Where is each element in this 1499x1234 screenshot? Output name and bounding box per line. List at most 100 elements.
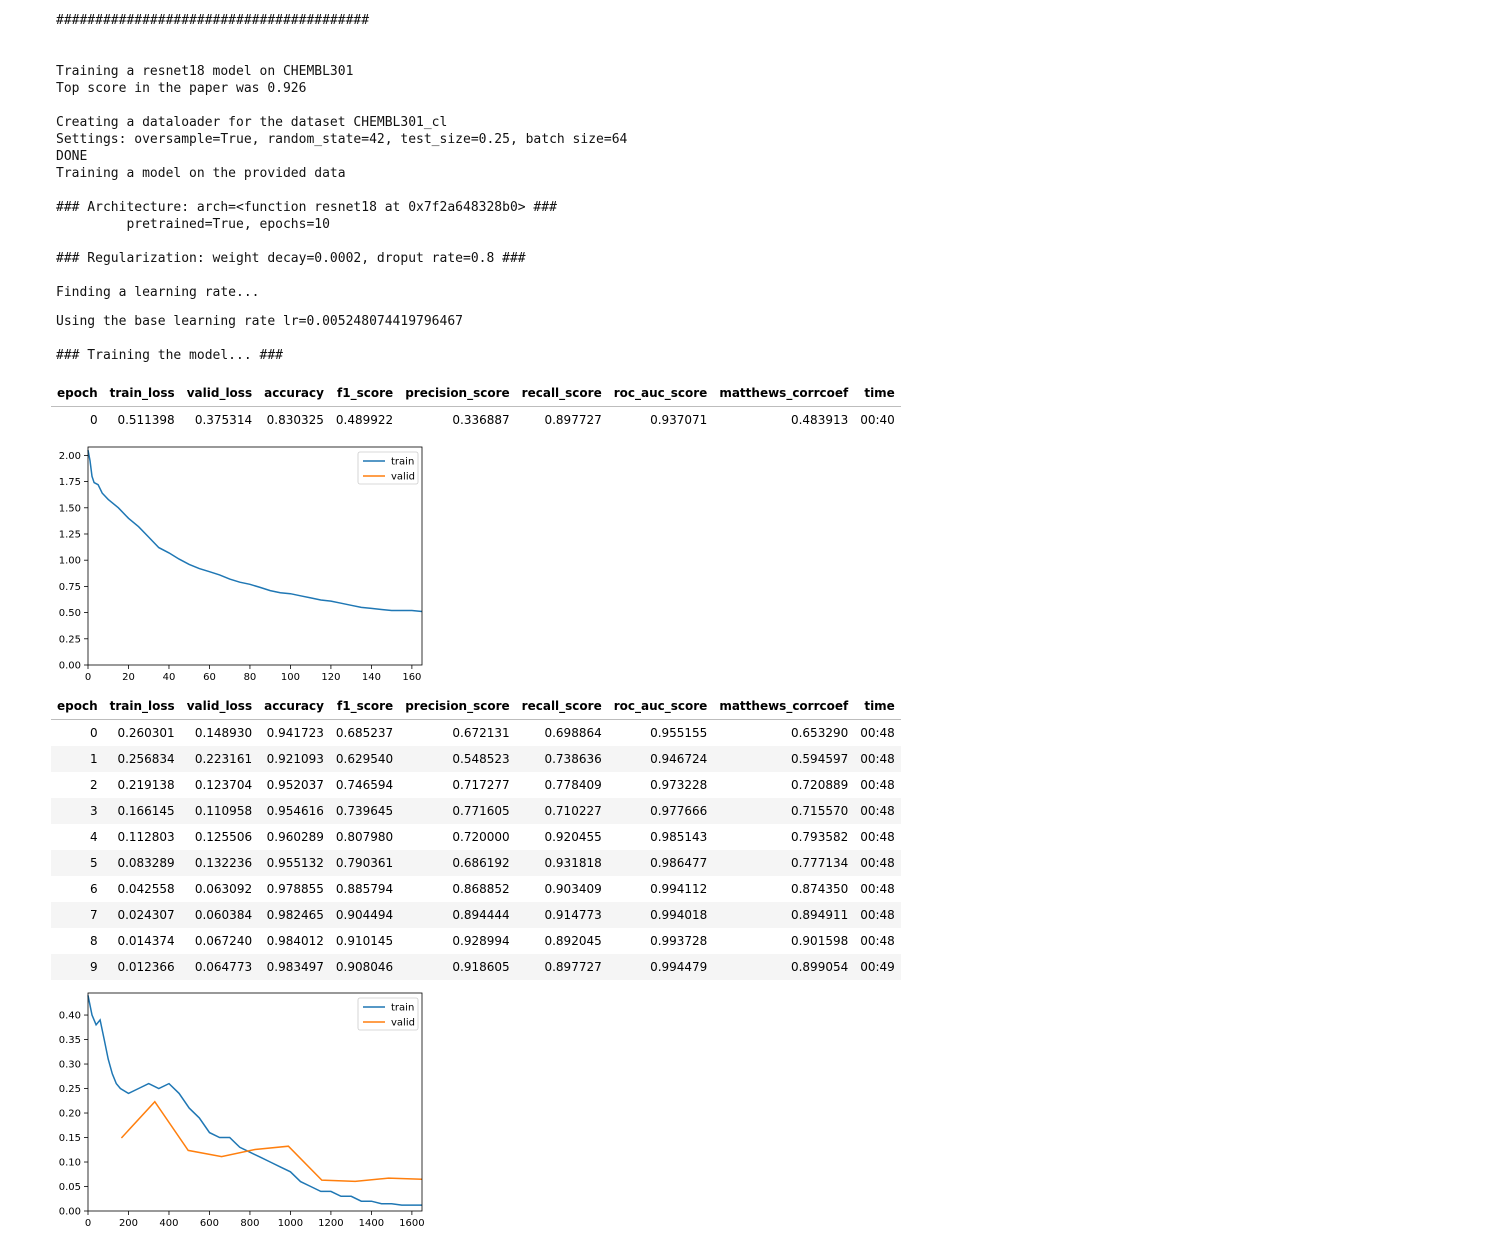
cell-f1-score: 0.739645 bbox=[335, 804, 394, 818]
cell-accuracy: 0.954616 bbox=[266, 804, 324, 818]
column-header-valid-loss: valid_loss bbox=[180, 380, 259, 407]
cell-epoch: 5 bbox=[90, 856, 98, 870]
column-header-recall-score: recall_score bbox=[515, 693, 608, 720]
cell-accuracy: 0.960289 bbox=[266, 830, 324, 844]
cell-precision-score: 0.868852 bbox=[452, 882, 510, 896]
log-line: Training a resnet18 model on CHEMBL301 bbox=[56, 64, 354, 79]
cell-accuracy: 0.983497 bbox=[266, 960, 324, 974]
cell-roc-auc-score: 0.994112 bbox=[650, 882, 708, 896]
cell-accuracy: 0.941723 bbox=[266, 726, 324, 740]
cell-accuracy: 0.952037 bbox=[266, 778, 324, 792]
cell-precision-score: 0.336887 bbox=[452, 413, 510, 427]
log-line: DONE bbox=[56, 149, 88, 164]
y-tick-label: 0.25 bbox=[59, 634, 81, 645]
table-row: 6 0.042558 0.063092 0.978855 0.885794 0.86885… bbox=[51, 876, 901, 902]
y-tick-label: 0.10 bbox=[59, 1158, 81, 1169]
table-header-row: epoch train_loss valid_loss accuracy f1_scor… bbox=[51, 693, 901, 720]
x-tick-label: 140 bbox=[362, 672, 381, 683]
column-header-roc-auc-score: roc_auc_score bbox=[607, 693, 714, 720]
cell-train-loss: 0.112803 bbox=[117, 830, 175, 844]
column-header-precision-score: precision_score bbox=[399, 380, 516, 407]
separator-line: ######################################## bbox=[56, 13, 370, 28]
cell-matthews-corrcoef: 0.899054 bbox=[790, 960, 849, 974]
cell-epoch: 8 bbox=[90, 934, 98, 948]
column-header-train-loss: train_loss bbox=[103, 380, 181, 407]
y-tick-label: 0.05 bbox=[59, 1182, 81, 1193]
log-line: ### Regularization: weight decay=0.0002,… bbox=[56, 251, 526, 266]
column-header-time: time bbox=[854, 380, 901, 407]
cell-matthews-corrcoef: 0.715570 bbox=[790, 804, 849, 818]
column-header-time: time bbox=[854, 693, 901, 720]
table-header-row: epoch train_loss valid_loss accuracy f1_scor… bbox=[51, 380, 901, 407]
cell-recall-score: 0.897727 bbox=[544, 960, 602, 974]
cell-roc-auc-score: 0.973228 bbox=[650, 778, 708, 792]
cell-epoch: 3 bbox=[90, 804, 98, 818]
cell-valid-loss: 0.148930 bbox=[194, 726, 253, 740]
column-header-valid-loss: valid_loss bbox=[180, 693, 259, 720]
y-tick-label: 1.75 bbox=[59, 477, 81, 488]
cell-f1-score: 0.885794 bbox=[335, 882, 394, 896]
y-tick-label: 0.75 bbox=[59, 582, 81, 593]
log-line: Creating a dataloader for the dataset CH… bbox=[56, 115, 448, 130]
cell-train-loss: 0.166145 bbox=[117, 804, 175, 818]
column-header-epoch: epoch bbox=[51, 693, 104, 720]
cell-precision-score: 0.672131 bbox=[452, 726, 510, 740]
cell-epoch: 4 bbox=[90, 830, 98, 844]
column-header-roc-auc-score: roc_auc_score bbox=[607, 380, 714, 407]
table-row: 1 0.256834 0.223161 0.921093 0.629540 0.54852… bbox=[51, 746, 901, 772]
cell-recall-score: 0.920455 bbox=[544, 830, 602, 844]
cell-matthews-corrcoef: 0.483913 bbox=[790, 413, 849, 427]
y-tick-label: 1.50 bbox=[59, 503, 81, 514]
epoch-table-1: epoch train_loss valid_loss accuracy f1_scor… bbox=[51, 380, 901, 433]
log-line: Settings: oversample=True, random_state=… bbox=[56, 132, 628, 147]
cell-accuracy: 0.830325 bbox=[266, 413, 324, 427]
cell-precision-score: 0.928994 bbox=[452, 934, 510, 948]
cell-time: 00:48 bbox=[860, 726, 895, 740]
table-row: 7 0.024307 0.060384 0.982465 0.904494 0.89444… bbox=[51, 902, 901, 928]
loss-chart-1: 0 20 40 60 80 100 120 140 160 0.00 0.25 0.50 0.75 1.0… bbox=[59, 446, 423, 683]
column-header-matthews-corrcoef: matthews_corrcoef bbox=[713, 693, 855, 720]
x-tick-label: 1000 bbox=[278, 1218, 303, 1229]
y-tick-label: 0.15 bbox=[59, 1133, 81, 1144]
y-tick-label: 0.50 bbox=[59, 608, 81, 619]
table-row: 9 0.012366 0.064773 0.983497 0.908046 0.91860… bbox=[51, 954, 901, 980]
legend-label-valid: valid bbox=[391, 1018, 415, 1029]
cell-recall-score: 0.892045 bbox=[544, 934, 602, 948]
table-row: 8 0.014374 0.067240 0.984012 0.910145 0.92899… bbox=[51, 928, 901, 954]
cell-accuracy: 0.984012 bbox=[266, 934, 324, 948]
cell-valid-loss: 0.064773 bbox=[194, 960, 253, 974]
cell-epoch: 1 bbox=[90, 752, 98, 766]
cell-time: 00:48 bbox=[860, 778, 895, 792]
column-header-matthews-corrcoef: matthews_corrcoef bbox=[713, 380, 855, 407]
epoch-table-2: epoch train_loss valid_loss accuracy f1_scor… bbox=[51, 693, 901, 980]
log-line: Training a model on the provided data bbox=[56, 166, 346, 181]
legend-label-valid: valid bbox=[391, 472, 415, 483]
cell-precision-score: 0.771605 bbox=[452, 804, 510, 818]
learning-rate-line: Using the base learning rate lr=0.005248… bbox=[56, 314, 463, 329]
column-header-train-loss: train_loss bbox=[103, 693, 181, 720]
cell-recall-score: 0.897727 bbox=[544, 413, 602, 427]
cell-matthews-corrcoef: 0.894911 bbox=[790, 908, 849, 922]
y-tick-label: 1.00 bbox=[59, 556, 81, 567]
cell-valid-loss: 0.060384 bbox=[194, 908, 253, 922]
cell-valid-loss: 0.125506 bbox=[194, 830, 253, 844]
y-tick-label: 1.25 bbox=[59, 529, 81, 540]
x-tick-label: 1200 bbox=[318, 1218, 343, 1229]
y-tick-label: 0.30 bbox=[59, 1060, 81, 1071]
cell-matthews-corrcoef: 0.594597 bbox=[790, 752, 849, 766]
cell-accuracy: 0.978855 bbox=[266, 882, 324, 896]
y-tick-label: 0.00 bbox=[59, 1207, 81, 1218]
cell-valid-loss: 0.223161 bbox=[194, 752, 253, 766]
x-tick-label: 20 bbox=[122, 672, 135, 683]
cell-accuracy: 0.955132 bbox=[266, 856, 324, 870]
x-tick-label: 40 bbox=[163, 672, 176, 683]
cell-valid-loss: 0.132236 bbox=[194, 856, 253, 870]
cell-roc-auc-score: 0.994479 bbox=[650, 960, 708, 974]
training-line: ### Training the model... ### bbox=[56, 348, 283, 363]
y-tick-label: 0.35 bbox=[59, 1035, 81, 1046]
cell-time: 00:48 bbox=[860, 804, 895, 818]
cell-f1-score: 0.910145 bbox=[335, 934, 394, 948]
cell-recall-score: 0.738636 bbox=[544, 752, 602, 766]
cell-precision-score: 0.918605 bbox=[452, 960, 510, 974]
valid-series-line bbox=[120, 1100, 423, 1183]
